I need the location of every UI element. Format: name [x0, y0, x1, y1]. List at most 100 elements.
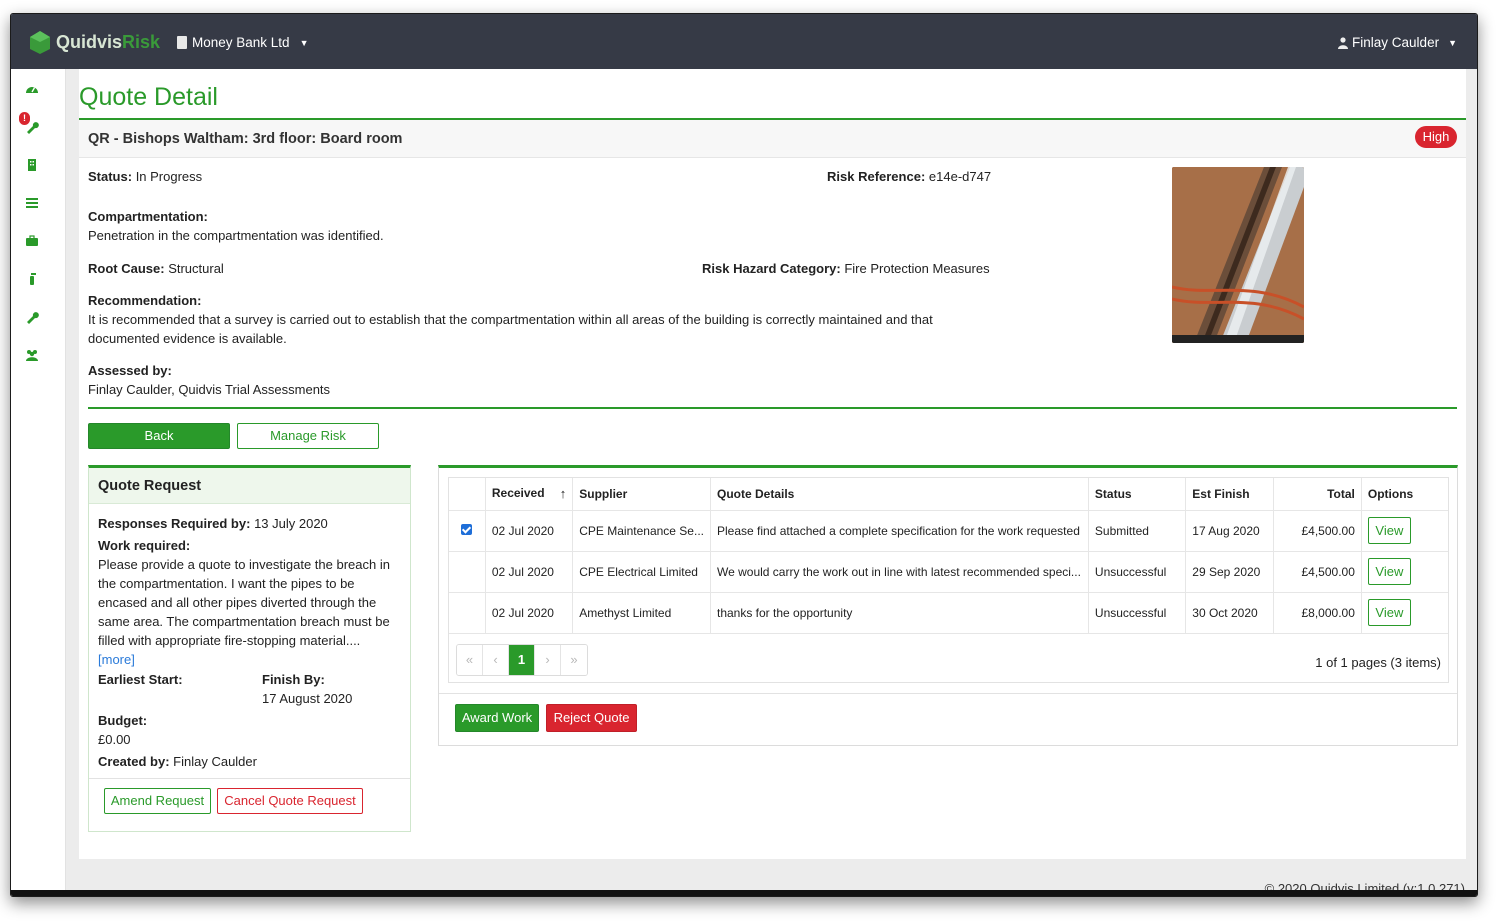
column-header-supplier[interactable]: Supplier: [572, 478, 711, 511]
cancel-quote-request-button[interactable]: Cancel Quote Request: [217, 788, 363, 814]
chevron-down-icon: ▼: [1448, 37, 1457, 48]
supplier-cell: CPE Electrical Limited: [572, 551, 711, 593]
work-line-1: Please provide a quote to investigate th…: [98, 557, 390, 572]
risk-reference-field: Risk Reference: e14e-d747: [827, 167, 991, 186]
column-header-options: Options: [1361, 478, 1448, 511]
first-page-button[interactable]: «: [457, 645, 483, 675]
hazard-category-label: Risk Hazard Category:: [702, 261, 841, 276]
total-cell: £4,500.00: [1273, 551, 1362, 593]
risk-reference-label: Risk Reference:: [827, 169, 926, 184]
quotes-table: Received ↑ Supplier Quote Details Status …: [449, 478, 1448, 634]
earliest-start-field: Earliest Start:: [98, 670, 183, 689]
back-button[interactable]: Back: [88, 423, 230, 449]
quotes-table-container: Received ↑ Supplier Quote Details Status …: [448, 477, 1449, 683]
finish-by-value: 17 August 2020: [262, 691, 353, 706]
logo-text-risk: Risk: [122, 31, 161, 52]
last-page-button[interactable]: »: [561, 645, 587, 675]
work-required-label: Work required:: [98, 538, 191, 553]
est-finish-cell: 29 Sep 2020: [1185, 551, 1274, 593]
quote-details-cell: thanks for the opportunity: [710, 592, 1089, 634]
sidebar-item-remedial-actions[interactable]: !: [19, 112, 40, 135]
status-field: Status: In Progress: [88, 167, 202, 186]
quote-request-header: Quote Request: [89, 468, 410, 504]
table-row[interactable]: 02 Jul 2020 Amethyst Limited thanks for …: [449, 592, 1448, 634]
root-cause-label: Root Cause:: [88, 261, 165, 276]
user-menu-dropdown[interactable]: Finlay Caulder ▼: [1338, 35, 1457, 50]
risk-photo[interactable]: [1172, 167, 1304, 343]
view-quote-button[interactable]: View: [1367, 517, 1411, 544]
work-line-5: filled with appropriate fire-stopping ma…: [98, 633, 361, 648]
quote-details-cell: We would carry the work out in line with…: [710, 551, 1089, 593]
column-header-est-finish[interactable]: Est Finish: [1185, 478, 1274, 511]
compartmentation-field: Compartmentation: Penetration in the com…: [88, 207, 384, 245]
reject-quote-button[interactable]: Reject Quote: [546, 704, 637, 732]
sort-ascending-icon[interactable]: ↑: [560, 486, 567, 501]
assessed-by-label: Assessed by:: [88, 363, 172, 378]
column-header-quote-details[interactable]: Quote Details: [710, 478, 1089, 511]
organisation-dropdown[interactable]: Money Bank Ltd ▼: [177, 35, 308, 50]
main-content: Quote Detail QR - Bishops Waltham: 3rd f…: [79, 69, 1466, 859]
row-select-cell[interactable]: [449, 592, 486, 634]
received-header-label: Received: [491, 486, 545, 501]
manage-risk-button[interactable]: Manage Risk: [237, 423, 379, 449]
page-1-button[interactable]: 1: [509, 645, 535, 675]
view-quote-button[interactable]: View: [1367, 599, 1411, 626]
responses-required-value: 13 July 2020: [254, 516, 328, 531]
sidebar-item-dashboard[interactable]: [24, 81, 40, 97]
row-checkbox-checked[interactable]: [461, 523, 473, 535]
budget-value: £0.00: [98, 732, 131, 747]
view-quote-button[interactable]: View: [1367, 558, 1411, 585]
sidebar-item-fire-equipment[interactable]: [24, 271, 40, 287]
est-finish-cell: 30 Oct 2020: [1185, 592, 1274, 634]
created-by-value: Finlay Caulder: [173, 754, 257, 769]
hazard-category-field: Risk Hazard Category: Fire Protection Me…: [702, 259, 990, 278]
next-page-button[interactable]: ›: [535, 645, 561, 675]
users-icon: [26, 350, 38, 361]
assessed-by-field: Assessed by: Finlay Caulder, Quidvis Tri…: [88, 361, 330, 399]
earliest-start-label: Earliest Start:: [98, 672, 183, 687]
finish-by-label: Finish By:: [262, 672, 325, 687]
row-select-cell[interactable]: [449, 510, 486, 552]
options-cell: View: [1361, 551, 1448, 593]
work-line-2: the compartmentation. I want the pipes t…: [98, 576, 355, 591]
amend-request-button[interactable]: Amend Request: [104, 788, 211, 814]
table-row[interactable]: 02 Jul 2020 CPE Maintenance Se... Please…: [449, 510, 1448, 552]
logo-text-quidvis: Quidvis: [56, 31, 123, 52]
sidebar-nav: !: [11, 69, 66, 896]
previous-page-button[interactable]: ‹: [483, 645, 509, 675]
options-cell: View: [1361, 510, 1448, 552]
status-cell: Unsuccessful: [1088, 592, 1187, 634]
supplier-cell: CPE Maintenance Se...: [572, 510, 711, 552]
root-cause-value: Structural: [168, 261, 224, 276]
fire-extinguisher-icon: [30, 273, 36, 285]
hazard-category-value: Fire Protection Measures: [844, 261, 990, 276]
sidebar-item-registers[interactable]: [24, 195, 40, 211]
sidebar-item-users[interactable]: [24, 347, 40, 363]
recommendation-label: Recommendation:: [88, 293, 202, 308]
building-icon: [28, 159, 36, 171]
recommendation-field: Recommendation: It is recommended that a…: [88, 291, 933, 348]
status-cell: Unsuccessful: [1088, 551, 1187, 593]
award-work-button[interactable]: Award Work: [455, 704, 539, 732]
budget-field: Budget: £0.00: [98, 711, 147, 749]
organisation-name: Money Bank Ltd: [192, 35, 290, 50]
recommendation-line-1: It is recommended that a survey is carri…: [88, 312, 933, 327]
priority-badge: High: [1415, 126, 1457, 148]
quote-request-footer: Amend Request Cancel Quote Request: [89, 778, 410, 831]
sidebar-item-maintenance[interactable]: [24, 309, 40, 325]
more-link[interactable]: [more]: [98, 652, 135, 667]
root-cause-field: Root Cause: Structural: [88, 259, 224, 278]
column-header-status[interactable]: Status: [1088, 478, 1187, 511]
pipes-photo-image: [1172, 167, 1304, 343]
table-footer-divider: [439, 693, 1457, 694]
brand-logo[interactable]: QuidvisRisk: [27, 29, 160, 55]
row-select-cell[interactable]: [449, 551, 486, 593]
supplier-cell: Amethyst Limited: [572, 592, 711, 634]
quote-request-panel: Quote Request Responses Required by: 13 …: [88, 465, 411, 832]
column-header-received[interactable]: Received ↑: [485, 478, 574, 511]
sidebar-item-contractors[interactable]: [24, 233, 40, 249]
column-header-total[interactable]: Total: [1273, 478, 1362, 511]
table-row[interactable]: 02 Jul 2020 CPE Electrical Limited We wo…: [449, 551, 1448, 593]
sidebar-item-buildings[interactable]: [24, 157, 40, 173]
quote-card-title: QR - Bishops Waltham: 3rd floor: Board r…: [88, 131, 403, 147]
